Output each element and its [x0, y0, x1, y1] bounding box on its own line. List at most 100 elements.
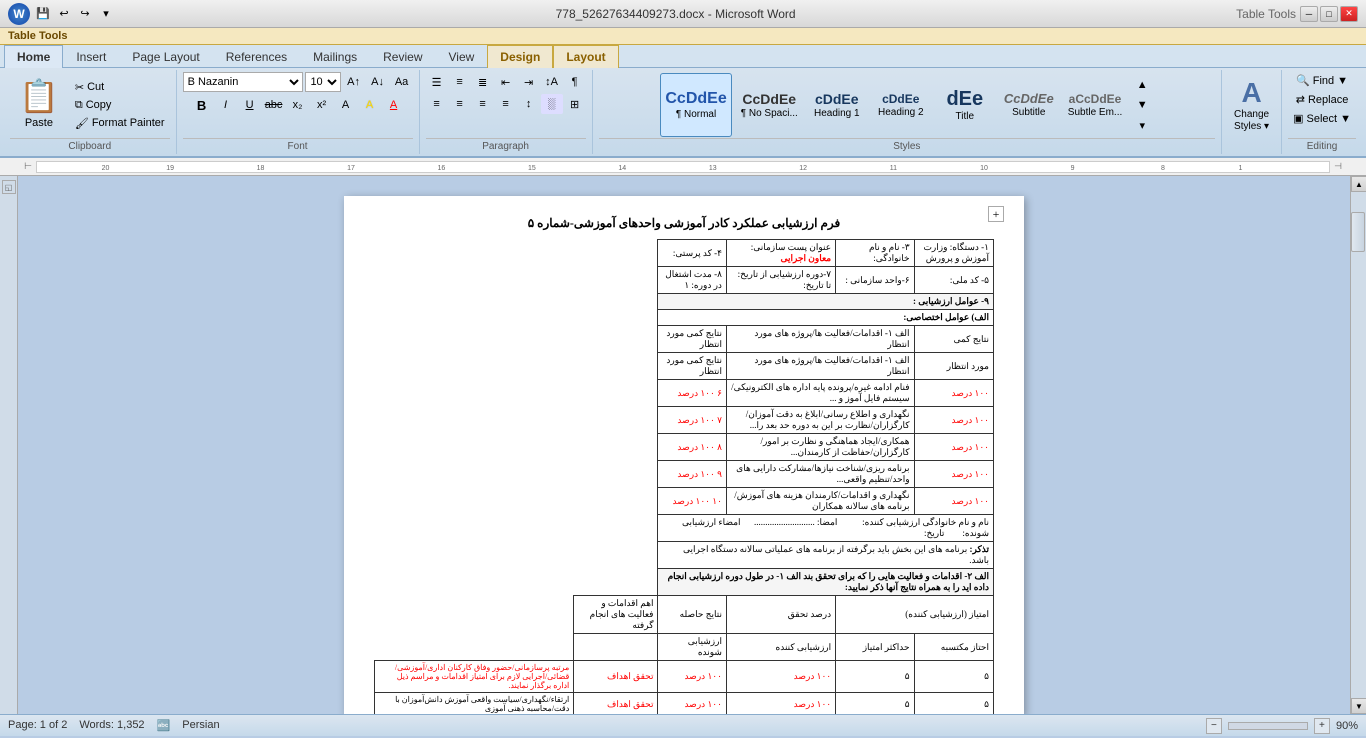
cell-b1-action: تحقق اهداف — [574, 661, 658, 693]
align-center-btn[interactable]: ≡ — [449, 94, 471, 114]
align-left-btn[interactable]: ≡ — [426, 94, 448, 114]
left-sidebar-marker[interactable]: ◱ — [2, 180, 16, 194]
tab-layout[interactable]: Layout — [553, 45, 618, 68]
table-row: الف ۲- اقدامات و فعالیت هایی را که برای … — [375, 569, 994, 596]
cell-b1-desc: مرتبه پرسازمانی/حضور وفاق کارکنان اداری/… — [375, 661, 574, 693]
bullets-btn[interactable]: ☰ — [426, 72, 448, 92]
select-button[interactable]: ▣ Select ▼ — [1288, 110, 1356, 127]
ribbon-content: 📋 Paste ✂ Cut ⧉ Copy 🖌 Format Painter — [0, 68, 1366, 156]
paragraph-row2: ≡ ≡ ≡ ≡ ↕ ░ ⊞ — [426, 94, 586, 114]
tab-mailings[interactable]: Mailings — [300, 45, 370, 68]
clipboard-small-btns: ✂ Cut ⧉ Copy 🖌 Format Painter — [70, 72, 170, 138]
bold-button[interactable]: B — [191, 95, 213, 115]
tab-view[interactable]: View — [436, 45, 488, 68]
decrease-indent-btn[interactable]: ⇤ — [495, 72, 517, 92]
cell-eval-header: ارزشیابی کننده — [726, 634, 835, 661]
editing-label: Editing — [1288, 138, 1356, 152]
shading-btn[interactable]: ░ — [541, 94, 563, 114]
style-normal[interactable]: CcDdEe ¶ Normal — [660, 73, 731, 137]
table-row: نتایج کمی الف ۱- اقدامات/فعالیت ها/پروژه… — [375, 326, 994, 353]
line-spacing-btn[interactable]: ↕ — [518, 94, 540, 114]
redo-quick-btn[interactable]: ↪ — [76, 5, 94, 23]
tab-insert[interactable]: Insert — [63, 45, 119, 68]
minimize-btn[interactable]: ─ — [1300, 6, 1318, 22]
format-painter-button[interactable]: 🖌 Format Painter — [70, 115, 170, 132]
cell-section-b: الف ۲- اقدامات و فعالیت هایی را که برای … — [658, 569, 994, 596]
copy-button[interactable]: ⧉ Copy — [70, 97, 170, 114]
status-bar: Page: 1 of 2 Words: 1,352 🔤 Persian − + … — [0, 714, 1366, 736]
cell-result-expected: نتایج کمی مورد انتظار — [658, 326, 726, 353]
document-content: + فرم ارزشیابی عملکرد کادر آموزشی واحدها… — [374, 216, 994, 714]
cell-signature: نام و نام خانوادگی ارزشیابی کننده: امضا:… — [658, 515, 994, 542]
styles-scroll-up[interactable]: ▲ — [1131, 75, 1153, 95]
paragraph-label: Paragraph — [426, 138, 586, 152]
close-btn[interactable]: ✕ — [1340, 6, 1358, 22]
window-title: 778_52627634409273.docx - Microsoft Word — [115, 7, 1236, 21]
increase-font-btn[interactable]: A↑ — [343, 72, 365, 92]
scroll-down-btn[interactable]: ▼ — [1351, 698, 1366, 714]
add-row-btn[interactable]: + — [988, 206, 1004, 222]
replace-button[interactable]: ⇄ Replace — [1291, 91, 1354, 108]
style-heading2[interactable]: cDdEe Heading 2 — [871, 73, 931, 137]
justify-btn[interactable]: ≡ — [495, 94, 517, 114]
style-subtitle[interactable]: CcDdEe Subtitle — [999, 73, 1059, 137]
style-no-spacing-preview: CcDdEe — [742, 92, 796, 106]
highlight-btn[interactable]: A — [359, 95, 381, 115]
numbered-list-btn[interactable]: ≡ — [449, 72, 471, 92]
style-heading1[interactable]: cDdEe Heading 1 — [807, 73, 867, 137]
align-right-btn[interactable]: ≡ — [472, 94, 494, 114]
table-tools-bar: Table Tools — [0, 28, 1366, 45]
zoom-slider[interactable] — [1228, 722, 1308, 730]
cut-button[interactable]: ✂ Cut — [70, 79, 170, 96]
cell-expected-2: ۷ ۱۰۰ درصد — [658, 407, 726, 434]
style-subtle-em[interactable]: aCcDdEe Subtle Em... — [1063, 73, 1127, 137]
scroll-thumb[interactable] — [1351, 212, 1365, 252]
scroll-up-btn[interactable]: ▲ — [1351, 176, 1366, 192]
change-styles-button[interactable]: A ChangeStyles ▾ — [1228, 73, 1275, 137]
font-color-btn[interactable]: A — [383, 95, 405, 115]
quick-access-toolbar: 💾 ↩ ↪ ▾ — [34, 5, 115, 23]
maximize-btn[interactable]: □ — [1320, 6, 1338, 22]
tab-design[interactable]: Design — [487, 45, 553, 68]
text-effects-btn[interactable]: A — [335, 95, 357, 115]
font-name-row: B Nazanin 10 A↑ A↓ Aa — [183, 72, 413, 92]
find-button[interactable]: 🔍 Find ▼ — [1291, 72, 1353, 89]
undo-quick-btn[interactable]: ↩ — [55, 5, 73, 23]
style-title[interactable]: dEe Title — [935, 73, 995, 137]
cell-factors-sub: الف ۱- اقدامات/فعالیت ها/پروژه های مورد … — [726, 353, 914, 380]
change-case-btn[interactable]: Aa — [391, 72, 413, 92]
tab-page-layout[interactable]: Page Layout — [119, 45, 212, 68]
italic-button[interactable]: I — [215, 95, 237, 115]
styles-scroll-down[interactable]: ▼ — [1131, 95, 1153, 115]
show-marks-btn[interactable]: ¶ — [564, 72, 586, 92]
replace-icon: ⇄ — [1296, 93, 1305, 106]
zoom-in-btn[interactable]: + — [1314, 718, 1330, 734]
cell-expected-1: ۶ ۱۰۰ درصد — [658, 380, 726, 407]
tab-references[interactable]: References — [213, 45, 300, 68]
underline-button[interactable]: U — [239, 95, 261, 115]
font-size-select[interactable]: 10 — [305, 72, 341, 92]
borders-btn[interactable]: ⊞ — [564, 94, 586, 114]
qa-dropdown-btn[interactable]: ▾ — [97, 5, 115, 23]
paste-button[interactable]: 📋 Paste — [10, 72, 68, 138]
styles-more[interactable]: ▾ — [1131, 115, 1153, 135]
cell-activity-4: برنامه ریزی/شناخت نیازها/مشارکت دارایی ه… — [726, 461, 914, 488]
cell-b1-earned: ۵ — [914, 661, 993, 693]
decrease-font-btn[interactable]: A↓ — [367, 72, 389, 92]
scroll-track[interactable] — [1351, 192, 1366, 698]
tab-review[interactable]: Review — [370, 45, 435, 68]
subscript-button[interactable]: x₂ — [287, 95, 309, 115]
tab-home[interactable]: Home — [4, 45, 63, 68]
save-quick-btn[interactable]: 💾 — [34, 5, 52, 23]
font-name-select[interactable]: B Nazanin — [183, 72, 303, 92]
superscript-button[interactable]: x² — [311, 95, 333, 115]
strikethrough-button[interactable]: abc — [263, 95, 285, 115]
sort-btn[interactable]: ↕A — [541, 72, 563, 92]
find-icon: 🔍 — [1296, 74, 1310, 87]
style-no-spacing[interactable]: CcDdEe ¶ No Spaci... — [736, 73, 803, 137]
increase-indent-btn[interactable]: ⇥ — [518, 72, 540, 92]
zoom-out-btn[interactable]: − — [1206, 718, 1222, 734]
multilevel-list-btn[interactable]: ≣ — [472, 72, 494, 92]
document-area[interactable]: + فرم ارزشیابی عملکرد کادر آموزشی واحدها… — [18, 176, 1350, 714]
table-row: نام و نام خانوادگی ارزشیابی کننده: امضا:… — [375, 515, 994, 542]
